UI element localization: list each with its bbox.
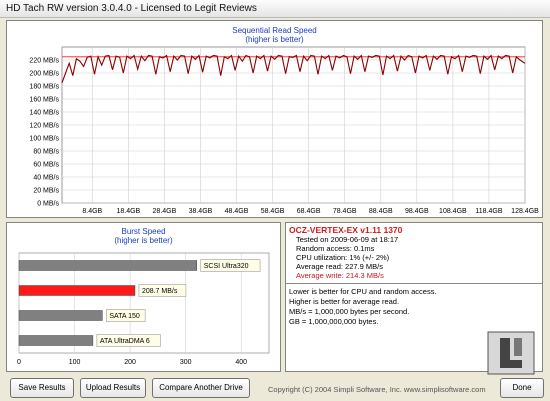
window-titlebar: HD Tach RW version 3.0.4.0 - Licensed to…	[0, 0, 550, 18]
y-tick-label: 200 MB/s	[29, 71, 59, 78]
burst-bar-label: ATA UltraDMA 6	[100, 338, 150, 345]
x-tick-label: 68.4GB	[297, 208, 321, 215]
upload-results-button[interactable]: Upload Results	[80, 378, 146, 398]
x-tick-label: 18.4GB	[116, 208, 140, 215]
burst-x-tick-label: 400	[235, 359, 247, 366]
note-higher-better: Higher is better for average read.	[289, 297, 400, 306]
x-tick-label: 28.4GB	[153, 208, 177, 215]
x-tick-label: 8.4GB	[82, 208, 102, 215]
y-tick-label: 20 MB/s	[33, 188, 59, 195]
sequential-read-chart: 0 MB/s 20 MB/s 40 MB/s 60 MB/s 80 MB/s 100 MB…	[29, 46, 539, 215]
y-tick-label: 120 MB/s	[29, 123, 59, 130]
average-read: Average read: 227.9 MB/s	[296, 262, 383, 271]
drive-name: OCZ-VERTEX-EX v1.11 1370	[289, 225, 403, 235]
x-tick-label: 78.4GB	[333, 208, 357, 215]
note-gb-def: GB = 1,000,000,000 bytes.	[289, 317, 379, 326]
y-tick-label: 60 MB/s	[33, 162, 59, 169]
note-lower-better: Lower is better for CPU and random acces…	[289, 287, 437, 296]
done-button[interactable]: Done	[500, 378, 544, 398]
x-tick-label: 88.4GB	[369, 208, 393, 215]
info-divider	[286, 283, 542, 284]
random-access: Random access: 0.1ms	[296, 244, 375, 253]
x-tick-label: 128.4GB	[511, 208, 539, 215]
sequential-read-panel: Sequential Read Speed (higher is better)…	[6, 20, 543, 218]
burst-bar	[18, 335, 94, 346]
y-tick-label: 100 MB/s	[29, 136, 59, 143]
x-tick-label: 38.4GB	[189, 208, 213, 215]
y-tick-label: 160 MB/s	[29, 97, 59, 104]
x-tick-label: 108.4GB	[439, 208, 467, 215]
y-tick-label: 180 MB/s	[29, 84, 59, 91]
burst-x-tick-label: 100	[69, 359, 81, 366]
average-write: Average write: 214.3 MB/s	[296, 271, 384, 280]
burst-x-tick-label: 300	[180, 359, 192, 366]
burst-x-tick-label: 0	[17, 359, 21, 366]
burst-speed-chart: 0 100 200 300 400 SCSI Ultra320 208.7 MB/s SATA…	[17, 252, 270, 366]
burst-bar-label: SATA 150	[109, 313, 140, 320]
compare-another-drive-button[interactable]: Compare Another Drive	[152, 378, 250, 398]
save-results-button[interactable]: Save Results	[10, 378, 74, 398]
y-tick-label: 0 MB/s	[37, 201, 59, 208]
y-tick-label: 220 MB/s	[29, 58, 59, 65]
burst-bar-label: 208.7 MB/s	[142, 288, 178, 295]
copyright-text: Copyright (C) 2004 Simpli Software, Inc.…	[268, 385, 486, 394]
burst-bar	[18, 310, 103, 321]
burst-speed-panel: Burst Speed (higher is better) 0 100 200 30…	[6, 222, 281, 372]
x-tick-label: 48.4GB	[225, 208, 249, 215]
legit-reviews-logo-icon	[487, 331, 535, 375]
note-mbs-def: MB/s = 1,000,000 bytes per second.	[289, 307, 410, 316]
y-tick-label: 140 MB/s	[29, 110, 59, 117]
burst-bar	[18, 260, 198, 271]
burst-bar	[18, 285, 136, 296]
tested-on: Tested on 2009-06-09 at 18:17	[296, 235, 399, 244]
x-tick-label: 118.4GB	[475, 208, 502, 215]
y-tick-label: 40 MB/s	[33, 175, 59, 182]
x-tick-label: 98.4GB	[405, 208, 429, 215]
cpu-utilization: CPU utilization: 1% (+/- 2%)	[296, 253, 390, 262]
y-tick-label: 80 MB/s	[33, 149, 59, 156]
burst-bar-label: SCSI Ultra320	[204, 263, 249, 270]
x-tick-label: 58.4GB	[261, 208, 285, 215]
window-title: HD Tach RW version 3.0.4.0 - Licensed to…	[6, 3, 257, 14]
burst-x-tick-label: 200	[124, 359, 136, 366]
